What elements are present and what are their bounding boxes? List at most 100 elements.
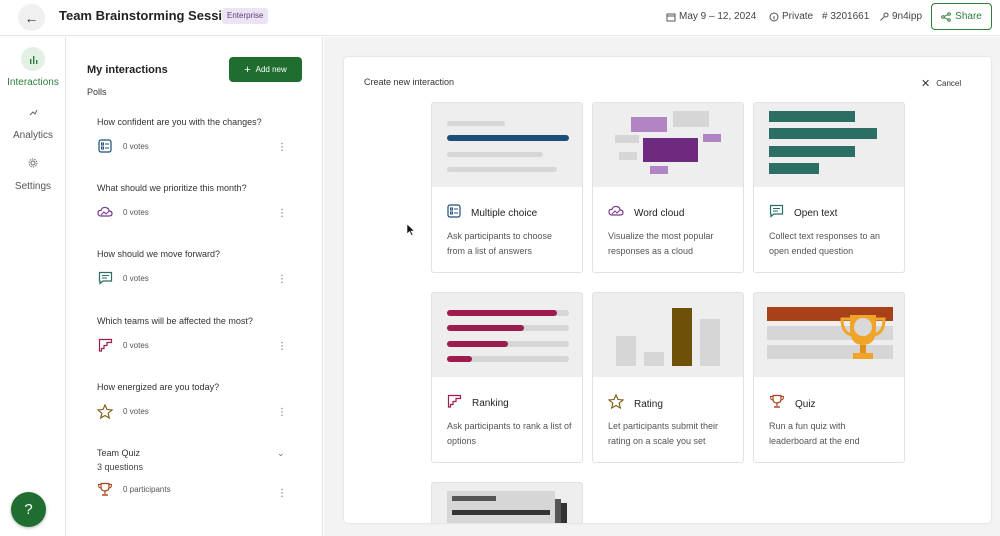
ranking-icon bbox=[97, 337, 113, 353]
type-name: Open text bbox=[794, 208, 838, 219]
cancel-label: Cancel bbox=[936, 79, 962, 88]
more-options-icon[interactable]: ⋮ bbox=[277, 489, 287, 499]
date-text: May 9 – 12, 2024 bbox=[679, 11, 757, 22]
poll-item[interactable]: How confident are you with the changes? … bbox=[97, 117, 297, 154]
rating-preview bbox=[593, 293, 743, 377]
type-description: Visualize the most popular responses as … bbox=[608, 231, 714, 256]
top-bar: ← Team Brainstorming Session Enterprise … bbox=[0, 0, 1000, 36]
trophy-icon bbox=[97, 481, 113, 497]
quiz-question-count: 3 questions bbox=[97, 462, 144, 472]
more-options-icon[interactable]: ⋮ bbox=[277, 342, 287, 352]
poll-item[interactable]: How should we move forward? 0 votes ⋮ bbox=[97, 249, 297, 286]
type-card-open-text[interactable]: Open text Collect text responses to an o… bbox=[753, 102, 905, 273]
type-card-quiz[interactable]: Quiz Run a fun quiz with leaderboard at … bbox=[753, 292, 905, 463]
help-button[interactable]: ? bbox=[11, 492, 46, 527]
poll-question: Which teams will be affected the most? bbox=[97, 316, 253, 326]
question-icon: ? bbox=[24, 501, 33, 518]
date-range[interactable]: May 9 – 12, 2024 bbox=[666, 11, 756, 22]
ranking-preview bbox=[432, 293, 582, 377]
poll-question: How should we move forward? bbox=[97, 249, 221, 259]
create-title: Create new interaction bbox=[364, 77, 455, 87]
create-interaction-panel: Create new interaction ✕ Cancel Multiple… bbox=[344, 57, 991, 523]
nav-interactions[interactable]: Interactions bbox=[0, 47, 66, 88]
multiple-choice-preview bbox=[432, 103, 582, 187]
arrow-left-icon: ← bbox=[24, 9, 39, 26]
poll-votes: 0 votes bbox=[123, 273, 149, 283]
more-options-icon[interactable]: ⋮ bbox=[277, 408, 287, 418]
add-new-button[interactable]: + Add new bbox=[229, 57, 302, 82]
poll-votes: 0 votes bbox=[123, 340, 149, 350]
poll-item[interactable]: How energized are you today? 0 votes ⋮ bbox=[97, 382, 297, 419]
close-icon: ✕ bbox=[921, 78, 931, 90]
nav-settings[interactable]: Settings bbox=[0, 151, 66, 192]
passcode[interactable]: 9n4ipp bbox=[879, 11, 922, 22]
add-new-label: Add new bbox=[255, 65, 287, 74]
bar-chart-icon bbox=[21, 47, 45, 71]
info-icon bbox=[769, 12, 779, 21]
mouse-cursor-icon bbox=[407, 224, 415, 236]
more-options-icon[interactable]: ⋮ bbox=[277, 143, 287, 153]
poll-item[interactable]: What should we prioritize this month? 0 … bbox=[97, 183, 297, 220]
quiz-title: Team Quiz bbox=[97, 448, 141, 458]
interactions-panel: My interactions + Add new Polls How conf… bbox=[67, 37, 323, 536]
share-label: Share bbox=[955, 11, 982, 22]
passcode-text: 9n4ipp bbox=[892, 11, 923, 22]
back-button[interactable]: ← bbox=[18, 4, 45, 31]
type-card-rating[interactable]: Rating Let participants submit their rat… bbox=[592, 292, 744, 463]
privacy-text: Private bbox=[782, 11, 814, 22]
poll-question: What should we prioritize this month? bbox=[97, 183, 247, 193]
type-description: Let participants submit their rating on … bbox=[608, 421, 719, 446]
type-card-more[interactable] bbox=[431, 482, 583, 523]
nav-analytics[interactable]: Analytics bbox=[0, 100, 66, 141]
ranking-icon bbox=[447, 394, 462, 413]
gear-icon bbox=[21, 151, 45, 175]
star-icon bbox=[607, 393, 625, 414]
quiz-item[interactable]: Team Quiz ⌄ 3 questions 0 participants ⋮ bbox=[97, 448, 297, 499]
poll-votes: 0 votes bbox=[123, 207, 149, 217]
section-heading: Polls bbox=[87, 87, 107, 97]
type-card-multiple-choice[interactable]: Multiple choice Ask participants to choo… bbox=[431, 102, 583, 273]
type-name: Ranking bbox=[472, 398, 509, 409]
multiple-choice-icon bbox=[447, 204, 461, 223]
nav-label: Analytics bbox=[12, 130, 53, 141]
nav-label: Interactions bbox=[7, 77, 59, 88]
key-icon bbox=[880, 12, 889, 21]
type-name: Multiple choice bbox=[471, 208, 538, 219]
type-name: Rating bbox=[634, 398, 663, 410]
plus-icon: + bbox=[244, 63, 251, 76]
type-card-word-cloud[interactable]: Word cloud Visualize the most popular re… bbox=[592, 102, 744, 273]
share-icon bbox=[941, 11, 951, 22]
chevron-down-icon[interactable]: ⌄ bbox=[277, 448, 285, 459]
poll-item[interactable]: Which teams will be affected the most? 0… bbox=[97, 316, 297, 353]
nav-label: Settings bbox=[14, 181, 52, 192]
poll-votes: 0 votes bbox=[123, 141, 149, 151]
more-options-icon[interactable]: ⋮ bbox=[277, 275, 287, 285]
open-text-icon bbox=[97, 270, 113, 286]
calendar-icon bbox=[666, 13, 676, 21]
type-card-ranking[interactable]: Ranking Ask participants to rank a list … bbox=[431, 292, 583, 463]
open-text-icon bbox=[769, 204, 784, 223]
page-title: Team Brainstorming Session bbox=[59, 8, 238, 23]
type-name: Quiz bbox=[795, 398, 816, 410]
type-description: Ask participants to rank a list of optio… bbox=[447, 421, 572, 446]
trophy-icon bbox=[769, 394, 785, 414]
open-text-preview bbox=[754, 103, 904, 187]
plan-badge: Enterprise bbox=[222, 8, 269, 24]
share-button[interactable]: Share bbox=[931, 3, 992, 30]
type-name: Word cloud bbox=[634, 208, 685, 219]
privacy-setting[interactable]: Private bbox=[769, 11, 813, 22]
panel-title: My interactions bbox=[87, 64, 168, 76]
star-icon bbox=[97, 403, 113, 419]
event-code[interactable]: # 3201661 bbox=[822, 11, 869, 22]
event-code-text: # 3201661 bbox=[822, 11, 870, 22]
more-options-icon[interactable]: ⋮ bbox=[277, 209, 287, 219]
cancel-button[interactable]: ✕ Cancel bbox=[921, 77, 961, 90]
poll-question: How energized are you today? bbox=[97, 382, 220, 392]
poll-question: How confident are you with the changes? bbox=[97, 117, 262, 127]
type-description: Ask participants to choose from a list o… bbox=[447, 231, 553, 256]
more-preview bbox=[432, 483, 582, 523]
poll-votes: 0 votes bbox=[123, 406, 149, 416]
trophy-illustration bbox=[840, 315, 886, 359]
trend-up-icon bbox=[21, 100, 45, 124]
type-description: Collect text responses to an open ended … bbox=[769, 231, 881, 256]
